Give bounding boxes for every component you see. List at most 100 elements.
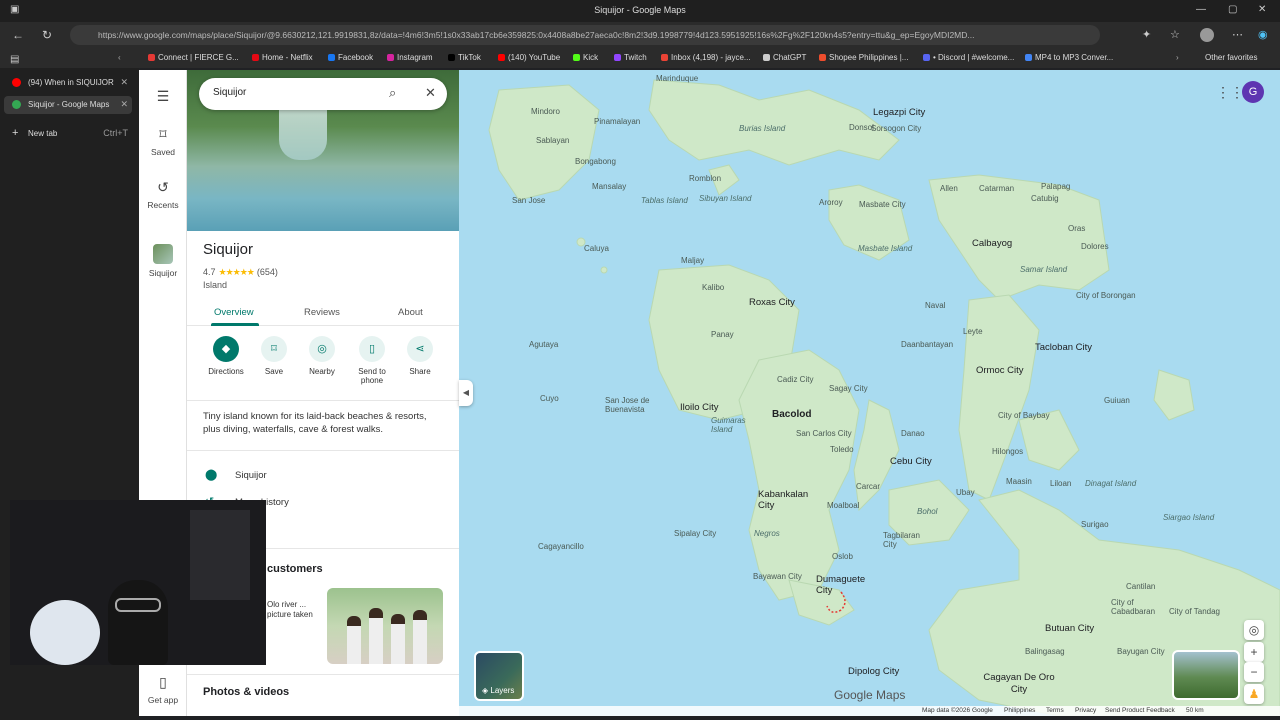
map-label[interactable]: Tagbilaran City [883, 531, 931, 549]
map-label[interactable]: Mindoro [531, 107, 560, 116]
map-label[interactable]: Masbate City [859, 200, 906, 209]
directions-button[interactable]: ◆ Directions [201, 336, 251, 376]
bookmark-item[interactable]: Home - Netflix [252, 53, 313, 62]
map-label[interactable]: Masbate Island [858, 244, 912, 253]
saved-button[interactable]: ⌑ Saved [139, 126, 187, 157]
map-label[interactable]: Sablayan [536, 136, 569, 145]
more-menu-icon[interactable]: ⋯ [1232, 28, 1243, 41]
map-label[interactable]: Bayawan City [753, 572, 802, 581]
map-label[interactable]: Tablas Island [641, 196, 688, 205]
terms-link[interactable]: Terms [1046, 707, 1064, 714]
tab-about[interactable]: About [398, 307, 423, 318]
map-label[interactable]: Moalboal [827, 501, 859, 510]
street-view-thumbnail[interactable] [1172, 650, 1240, 700]
address-bar[interactable]: https://www.google.com/maps/place/Siquij… [70, 25, 1100, 45]
map-label[interactable]: Burias Island [739, 124, 785, 133]
map-label[interactable]: Catarman [979, 184, 1014, 193]
map-label[interactable]: Sagay City [829, 384, 868, 393]
map-label[interactable]: Sipalay City [674, 529, 716, 538]
my-location-icon[interactable]: ◎ [1244, 620, 1264, 640]
map-label[interactable]: Negros [754, 529, 780, 538]
map-label[interactable]: City of Baybay [998, 411, 1050, 420]
bookmark-item[interactable]: • Discord | #welcome... [923, 53, 1014, 62]
map-label[interactable]: Sibuyan Island [699, 194, 751, 203]
map-label[interactable]: Dipolog City [848, 666, 899, 677]
map-label[interactable]: Carcar [856, 482, 880, 491]
map-label[interactable]: Surigao [1081, 520, 1109, 529]
share-button[interactable]: ⋖ Share [395, 336, 445, 376]
zoom-in-button[interactable]: + [1244, 642, 1264, 662]
map-label[interactable]: Iloilo City [680, 402, 719, 413]
map-label[interactable]: Dinagat Island [1085, 479, 1136, 488]
map-label[interactable]: Siargao Island [1163, 513, 1214, 522]
map-label[interactable]: Hilongos [992, 447, 1023, 456]
map-label[interactable]: Panay [711, 330, 734, 339]
map-label[interactable]: Dolores [1081, 242, 1109, 251]
bookmark-item[interactable]: (140) YouTube [498, 53, 560, 62]
reload-icon[interactable]: ↻ [42, 28, 52, 42]
recent-place-siquijor[interactable]: Siquijor [139, 244, 187, 278]
map-label[interactable]: Roxas City [749, 297, 795, 308]
scale-bar[interactable]: 50 km [1186, 707, 1204, 714]
tab-reviews[interactable]: Reviews [304, 307, 340, 318]
map-label[interactable]: Daanbantayan [901, 340, 953, 349]
map-label[interactable]: Allen [940, 184, 958, 193]
map-label[interactable]: Cantilan [1126, 582, 1155, 591]
extensions-icon[interactable]: ✦ [1142, 28, 1151, 41]
other-favorites[interactable]: Other favorites [1205, 53, 1257, 62]
close-tab-icon[interactable]: ✕ [120, 99, 128, 110]
map-label[interactable]: Cagayan De Oro City [974, 672, 1064, 696]
minimize-icon[interactable]: — [1196, 4, 1206, 15]
map-label[interactable]: Toledo [830, 445, 854, 454]
tab-actions-icon[interactable]: ▤ [10, 54, 19, 65]
map-label[interactable]: Dumaguete City [816, 574, 876, 596]
map-label[interactable]: San Jose de Buenavista [605, 396, 655, 414]
review-card-photo[interactable] [327, 588, 443, 664]
menu-icon[interactable]: ☰ [139, 88, 187, 105]
bookmark-item[interactable]: ChatGPT [763, 53, 806, 62]
clear-search-icon[interactable]: ✕ [425, 85, 436, 101]
map-label[interactable]: Maasin [1006, 477, 1032, 486]
map-label[interactable]: Romblon [689, 174, 721, 183]
map-label[interactable]: Maljay [681, 256, 704, 265]
close-tab-icon[interactable]: ✕ [120, 77, 128, 88]
back-icon[interactable]: ← [12, 28, 24, 42]
bookmark-item[interactable]: Inbox (4,198) - jayce... [661, 53, 751, 62]
bookmark-item[interactable]: Kick [573, 53, 598, 62]
map-label[interactable]: Cebu City [890, 456, 932, 467]
copilot-icon[interactable]: ◉ [1258, 28, 1268, 41]
map-label[interactable]: Mansalay [592, 182, 626, 191]
map-label[interactable]: Samar Island [1020, 265, 1067, 274]
info-row-address[interactable]: Siquijor [235, 470, 267, 481]
map-label[interactable]: Pinamalayan [594, 117, 640, 126]
map-label[interactable]: Ormoc City [976, 365, 1024, 376]
map-label[interactable]: Catubig [1031, 194, 1059, 203]
map-label[interactable]: San Jose [512, 196, 545, 205]
bookmark-item[interactable]: Connect | FIERCE G... [148, 53, 239, 62]
map-label[interactable]: Cagayancillo [538, 542, 584, 551]
map-label[interactable]: Balingasag [1025, 647, 1065, 656]
map-label[interactable]: Kalibo [702, 283, 724, 292]
new-tab-button[interactable]: + New tab Ctrl+T [4, 125, 132, 143]
review-card-text[interactable]: Olo river ... picture taken [267, 600, 327, 620]
map-label[interactable]: Legazpi City [873, 107, 925, 118]
account-avatar[interactable]: G [1242, 81, 1264, 103]
bookmark-item[interactable]: Twitch [614, 53, 647, 62]
map-label[interactable]: Donsol [849, 123, 874, 132]
map-label[interactable]: Palapag [1041, 182, 1070, 191]
map-label[interactable]: Caluya [584, 244, 609, 253]
send-to-phone-button[interactable]: ▯ Send to phone [347, 336, 397, 385]
map-label[interactable]: Guiuan [1104, 396, 1130, 405]
map-label[interactable]: Bohol [917, 507, 937, 516]
nearby-button[interactable]: ◎ Nearby [297, 336, 347, 376]
bookmarks-scroll-right-icon[interactable]: › [1176, 53, 1179, 62]
map-label[interactable]: Bayugan City [1117, 647, 1165, 656]
profile-avatar[interactable] [1200, 28, 1214, 42]
map-label[interactable]: Guimaras Island [711, 416, 747, 434]
bookmark-item[interactable]: TikTok [448, 53, 481, 62]
tab-overview[interactable]: Overview [214, 307, 254, 318]
map-label[interactable]: Danao [901, 429, 925, 438]
map-label[interactable]: Kabankalan City [758, 489, 818, 511]
place-type[interactable]: Island [203, 280, 227, 290]
zoom-out-button[interactable]: − [1244, 662, 1264, 682]
